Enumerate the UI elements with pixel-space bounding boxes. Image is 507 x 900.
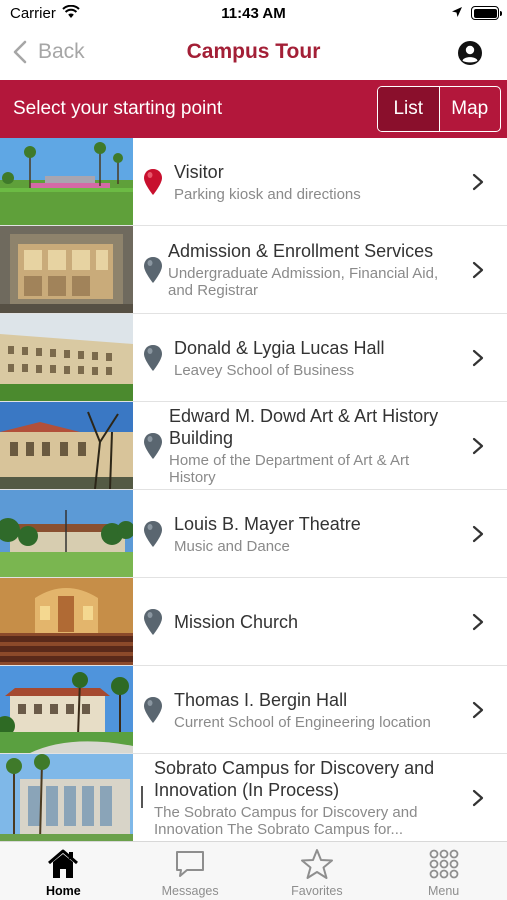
chevron-right-icon: [472, 349, 484, 367]
starting-point-header: Select your starting point List Map: [0, 80, 507, 138]
tab-label: Favorites: [291, 884, 343, 898]
clock: 11:43 AM: [221, 5, 286, 22]
list-item-mayer-theatre[interactable]: Louis B. Mayer Theatre Music and Dance: [0, 490, 507, 578]
page-title: Campus Tour: [186, 40, 321, 63]
tab-favorites[interactable]: Favorites: [254, 842, 381, 900]
chevron-right-icon: [472, 613, 484, 631]
chevron-right-icon: [472, 525, 484, 543]
chevron-right-icon: [472, 437, 484, 455]
location-subtitle: Parking kiosk and directions: [174, 185, 361, 203]
list-item-text: Louis B. Mayer Theatre Music and Dance: [174, 490, 455, 577]
battery-icon: [471, 6, 502, 20]
location-photo: [0, 490, 133, 577]
location-title: Admission & Enrollment Services: [168, 241, 434, 261]
list-item-text: Mission Church: [174, 578, 455, 665]
list-view-button[interactable]: List: [378, 87, 439, 131]
location-title: Thomas I. Bergin Hall: [174, 689, 348, 710]
location-photo: [0, 226, 133, 313]
tab-messages[interactable]: Messages: [127, 842, 254, 900]
starting-point-prompt: Select your starting point: [13, 98, 223, 119]
location-photo: [0, 402, 133, 489]
tab-home[interactable]: Home: [0, 842, 127, 900]
list-item-text: Admission & Enrollment Services Undergra…: [168, 226, 455, 313]
location-photo: [0, 578, 133, 665]
location-photo: [0, 666, 133, 753]
tab-menu[interactable]: Menu: [380, 842, 507, 900]
pin-gray-icon: [144, 433, 162, 459]
location-title: Louis B. Mayer Theatre: [174, 513, 361, 534]
location-arrow-icon: [452, 7, 462, 17]
list-item-visitor[interactable]: Visitor Parking kiosk and directions: [0, 138, 507, 226]
view-toggle: List Map: [377, 86, 501, 132]
nav-bar: Back Campus Tour: [0, 28, 507, 80]
location-subtitle: Leavey School of Business: [174, 361, 355, 379]
list-item-text: Thomas I. Bergin Hall Current School of …: [174, 666, 455, 753]
location-title: Mission Church: [174, 611, 299, 632]
pin-gray-icon: [144, 345, 162, 371]
list-item-text: Visitor Parking kiosk and directions: [174, 138, 455, 225]
map-view-button[interactable]: Map: [438, 87, 501, 131]
location-title: Donald & Lygia Lucas Hall: [174, 337, 385, 358]
pin-red-icon: [144, 169, 162, 195]
list-item-sobrato[interactable]: Sobrato Campus for Discovery and Innovat…: [0, 754, 507, 841]
list-item-text: Donald & Lygia Lucas Hall Leavey School …: [174, 314, 455, 401]
status-bar: Carrier 11:43 AM: [0, 0, 507, 28]
pin-gray-icon: [144, 697, 162, 723]
pin-gray-icon: [144, 257, 162, 283]
tab-label: Messages: [161, 884, 219, 898]
pin-gray-icon: [144, 609, 162, 635]
location-subtitle: Current School of Engineering location: [174, 713, 431, 731]
location-title: Sobrato Campus for Discovery and Innovat…: [154, 758, 435, 800]
home-icon: [48, 849, 79, 878]
tab-label: Menu: [427, 884, 460, 898]
location-subtitle: The Sobrato Campus for Discovery and Inn…: [154, 804, 418, 838]
star-icon: [300, 849, 333, 879]
location-title: Edward M. Dowd Art & Art History Buildin…: [169, 406, 439, 448]
tab-bar: Home Messages Favorites Menu: [0, 841, 507, 900]
list-item-lucas-hall[interactable]: Donald & Lygia Lucas Hall Leavey School …: [0, 314, 507, 402]
chat-bubble-icon: [176, 851, 205, 877]
list-item-admission[interactable]: Admission & Enrollment Services Undergra…: [0, 226, 507, 314]
grid-menu-icon: [429, 849, 459, 879]
chevron-right-icon: [472, 173, 484, 191]
chevron-right-icon: [472, 701, 484, 719]
list-item-bergin-hall[interactable]: Thomas I. Bergin Hall Current School of …: [0, 666, 507, 754]
location-title: Visitor: [174, 161, 224, 182]
list-item-mission-church[interactable]: Mission Church: [0, 578, 507, 666]
location-subtitle: Music and Dance: [174, 537, 290, 555]
location-photo: [0, 138, 133, 225]
location-list: Visitor Parking kiosk and directions Adm…: [0, 138, 507, 841]
pin-gray-icon: [141, 786, 143, 808]
chevron-right-icon: [472, 261, 484, 279]
list-item-dowd-art[interactable]: Edward M. Dowd Art & Art History Buildin…: [0, 402, 507, 490]
location-subtitle: Undergraduate Admission, Financial Aid, …: [168, 265, 439, 299]
location-photo: [0, 314, 133, 401]
profile-icon[interactable]: [457, 40, 483, 66]
location-subtitle: Home of the Department of Art & Art Hist…: [169, 452, 410, 486]
list-item-text: Edward M. Dowd Art & Art History Buildin…: [169, 402, 455, 489]
pin-gray-icon: [144, 521, 162, 547]
chevron-right-icon: [472, 789, 484, 807]
location-photo: [0, 754, 133, 841]
tab-label: Home: [46, 884, 81, 898]
list-item-text: Sobrato Campus for Discovery and Innovat…: [154, 754, 455, 841]
